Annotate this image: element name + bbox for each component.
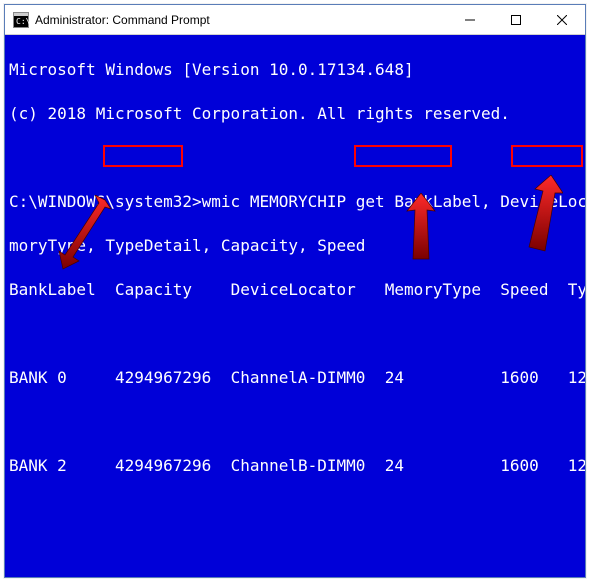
cell-banklabel: BANK 2 (9, 456, 67, 475)
console-line: Microsoft Windows [Version 10.0.17134.64… (9, 59, 581, 81)
svg-text:C:\: C:\ (16, 17, 29, 26)
cell-speed: 1600 (500, 368, 539, 387)
command-prompt-icon: C:\ (13, 12, 29, 28)
table-header: BankLabel Capacity DeviceLocator MemoryT… (9, 279, 581, 301)
console-line: (c) 2018 Microsoft Corporation. All righ… (9, 103, 581, 125)
prompt: C:\WINDOWS\system32> (9, 192, 202, 211)
cell-memorytype: 24 (385, 456, 404, 475)
titlebar[interactable]: C:\ Administrator: Command Prompt (5, 5, 585, 35)
cell-capacity: 4294967296 (115, 368, 211, 387)
col-memorytype: MemoryType (385, 280, 481, 299)
console-blank (9, 543, 581, 565)
console-blank (9, 499, 581, 521)
cell-capacity: 4294967296 (115, 456, 211, 475)
window-title: Administrator: Command Prompt (35, 13, 447, 27)
col-banklabel: BankLabel (9, 280, 96, 299)
console-line: C:\WINDOWS\system32>wmic MEMORYCHIP get … (9, 191, 581, 213)
cell-banklabel: BANK 0 (9, 368, 67, 387)
minimize-button[interactable] (447, 5, 493, 34)
console-blank (9, 411, 581, 433)
cell-typedetail: 128 (568, 456, 585, 475)
command-text: wmic MEMORYCHIP get BankLabel, DeviceLoc… (202, 192, 585, 211)
cell-typedetail: 128 (568, 368, 585, 387)
console-line: moryType, TypeDetail, Capacity, Speed (9, 235, 581, 257)
console-blank (9, 147, 581, 169)
table-row: BANK 0 4294967296 ChannelA-DIMM0 24 1600… (9, 367, 581, 389)
col-devicelocator: DeviceLocator (231, 280, 356, 299)
cell-memorytype: 24 (385, 368, 404, 387)
close-button[interactable] (539, 5, 585, 34)
cell-devicelocator: ChannelB-DIMM0 (231, 456, 366, 475)
console-area[interactable]: Microsoft Windows [Version 10.0.17134.64… (5, 35, 585, 577)
window-controls (447, 5, 585, 34)
col-speed: Speed (500, 280, 548, 299)
maximize-button[interactable] (493, 5, 539, 34)
cell-devicelocator: ChannelA-DIMM0 (231, 368, 366, 387)
table-row: BANK 2 4294967296 ChannelB-DIMM0 24 1600… (9, 455, 581, 477)
cell-speed: 1600 (500, 456, 539, 475)
command-prompt-window: C:\ Administrator: Command Prompt Micros… (4, 4, 586, 578)
col-typedetail: TypeDetail (568, 280, 585, 299)
col-capacity: Capacity (115, 280, 192, 299)
console-blank (9, 323, 581, 345)
